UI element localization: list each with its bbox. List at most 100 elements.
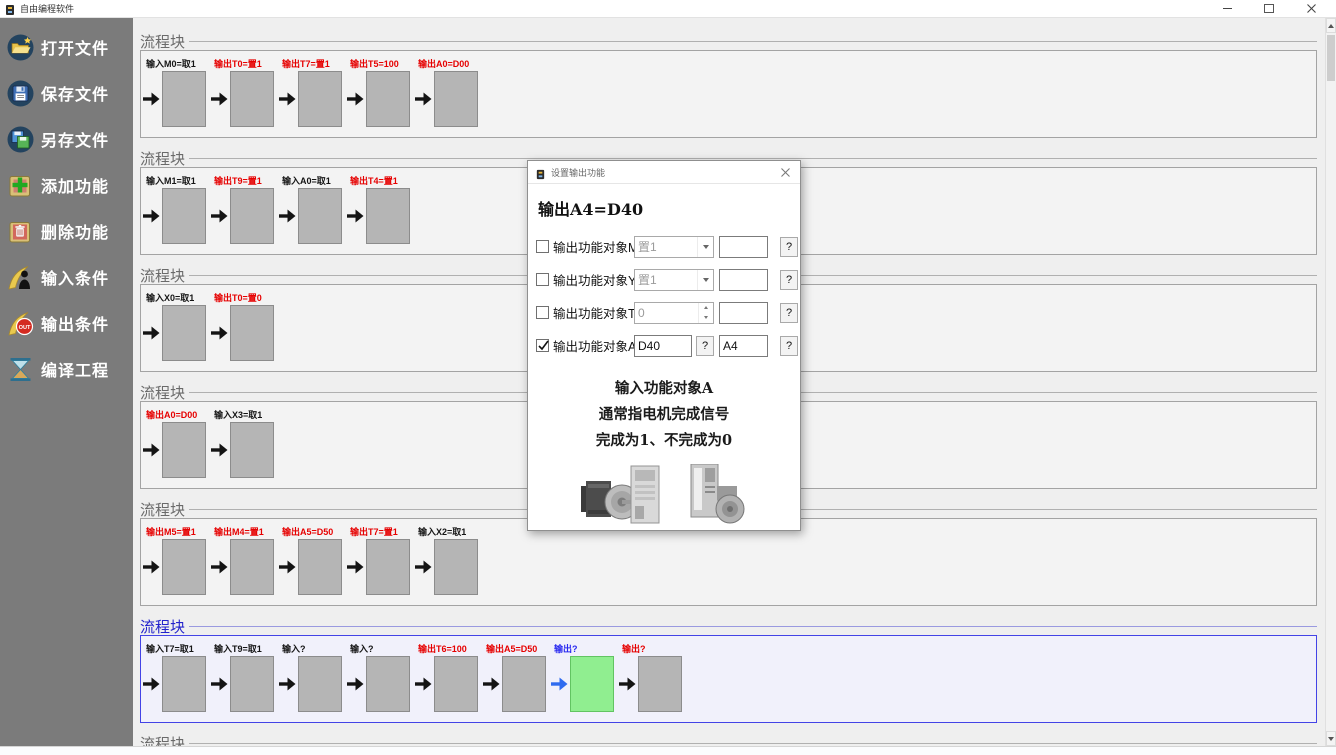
vertical-scrollbar[interactable] xyxy=(1325,18,1336,746)
flow-block[interactable] xyxy=(230,305,274,361)
flow-row-box[interactable]: 输入M0=取1输出T0=置1输出T7=置1输出T5=100输出A0=D00 xyxy=(140,50,1317,138)
flow-block-active[interactable] xyxy=(570,656,614,712)
a-help-button-2[interactable]: ? xyxy=(780,336,798,356)
y-value-select[interactable]: 置1 xyxy=(634,269,714,291)
flow-block[interactable] xyxy=(230,71,274,127)
close-button[interactable] xyxy=(1290,0,1332,17)
chevron-down-icon[interactable] xyxy=(697,270,713,290)
y-extra-input[interactable] xyxy=(719,269,768,291)
block-label: 输出T4=置1 xyxy=(350,174,415,186)
a-target-input[interactable] xyxy=(719,335,768,357)
flow-block[interactable] xyxy=(230,188,274,244)
flow-block[interactable] xyxy=(366,71,410,127)
help-line: 通常指电机完成信号 xyxy=(528,402,800,428)
dialog-close-button[interactable] xyxy=(777,164,793,180)
spinner-buttons[interactable] xyxy=(698,303,713,323)
flow-block[interactable] xyxy=(366,539,410,595)
checkbox-a[interactable] xyxy=(536,339,549,352)
sidebar-item-save-file[interactable]: 保存文件 xyxy=(0,70,133,116)
flow-block[interactable] xyxy=(230,422,274,478)
flow-block[interactable] xyxy=(162,422,206,478)
checkbox-m[interactable] xyxy=(536,240,549,253)
maximize-button[interactable] xyxy=(1248,0,1290,17)
row-rule xyxy=(189,626,1317,627)
open-file-icon xyxy=(7,34,34,61)
flow-unit: 输出A5=D50 xyxy=(279,525,347,605)
flow-block[interactable] xyxy=(298,188,342,244)
spin-down-icon[interactable] xyxy=(699,313,713,323)
scroll-down-button[interactable] xyxy=(1326,731,1336,746)
row-m-label: 输出功能对象M xyxy=(553,237,634,256)
flow-unit: 输出? xyxy=(551,642,619,722)
flow-unit: 输出M5=置1 xyxy=(143,525,211,605)
flow-block[interactable] xyxy=(638,656,682,712)
flow-unit: 输出T0=置0 xyxy=(211,291,279,371)
flow-arrow-icon xyxy=(211,443,228,457)
flow-row-box[interactable]: 输出M5=置1输出M4=置1输出A5=D50输出T7=置1输入X2=取1 xyxy=(140,518,1317,606)
block-label: 输出A5=D50 xyxy=(282,525,347,537)
flow-block[interactable] xyxy=(162,305,206,361)
flow-block[interactable] xyxy=(366,188,410,244)
dialog-app-icon xyxy=(535,167,546,178)
flow-block[interactable] xyxy=(434,71,478,127)
sidebar-item-save-as-file[interactable]: 另存文件 xyxy=(0,116,133,162)
scroll-up-button[interactable] xyxy=(1326,18,1336,33)
t-value-spinner[interactable]: 0 xyxy=(634,302,714,324)
flow-block[interactable] xyxy=(298,71,342,127)
window-titlebar[interactable]: 自由编程软件 xyxy=(0,0,1336,18)
flow-arrow-icon xyxy=(551,677,568,691)
flow-arrow-icon xyxy=(347,92,364,106)
flow-block[interactable] xyxy=(230,656,274,712)
chevron-down-icon[interactable] xyxy=(697,237,713,257)
m-value-select[interactable]: 置1 xyxy=(634,236,714,258)
sidebar-item-open-file[interactable]: 打开文件 xyxy=(0,24,133,70)
flow-block[interactable] xyxy=(298,539,342,595)
sidebar-item-input-condition[interactable]: 输入条件 xyxy=(0,254,133,300)
flow-unit: 输出T5=100 xyxy=(347,57,415,137)
flow-row-header: 流程块 xyxy=(140,617,1317,635)
scrollbar-thumb[interactable] xyxy=(1327,35,1335,81)
flow-block[interactable] xyxy=(162,656,206,712)
t-help-button[interactable]: ? xyxy=(780,303,798,323)
a-help-button-1[interactable]: ? xyxy=(696,336,714,356)
sidebar-item-compile-project[interactable]: 编译工程 xyxy=(0,346,133,392)
sidebar-item-label: 输入条件 xyxy=(41,265,109,289)
flow-block[interactable] xyxy=(434,656,478,712)
flow-arrow-icon xyxy=(143,443,160,457)
flow-block[interactable] xyxy=(366,656,410,712)
row-a-label: 输出功能对象A xyxy=(553,336,634,355)
m-help-button[interactable]: ? xyxy=(780,237,798,257)
m-extra-input[interactable] xyxy=(719,236,768,258)
flow-block[interactable] xyxy=(298,656,342,712)
help-line: 完成为1、不完成为0 xyxy=(528,428,800,454)
dialog-titlebar[interactable]: 设置输出功能 xyxy=(528,161,800,184)
y-help-button[interactable]: ? xyxy=(780,270,798,290)
flow-block[interactable] xyxy=(230,539,274,595)
sidebar-item-output-condition[interactable]: OUT输出条件 xyxy=(0,300,133,346)
flow-unit: 输出A5=D50 xyxy=(483,642,551,722)
flow-row-box[interactable]: 输入T7=取1输入T9=取1输入?输入?输出T6=100输出A5=D50输出?输… xyxy=(140,635,1317,723)
compile-project-icon xyxy=(7,356,34,383)
dialog-help-text: 输入功能对象A 通常指电机完成信号 完成为1、不完成为0 xyxy=(528,376,800,454)
flow-block[interactable] xyxy=(502,656,546,712)
a-value-input[interactable] xyxy=(634,335,692,357)
checkbox-t[interactable] xyxy=(536,306,549,319)
flow-block[interactable] xyxy=(434,539,478,595)
sidebar-item-delete-function[interactable]: 删除功能 xyxy=(0,208,133,254)
flow-block[interactable] xyxy=(162,188,206,244)
flow-unit: 输出T9=置1 xyxy=(211,174,279,254)
sidebar-item-add-function[interactable]: 添加功能 xyxy=(0,162,133,208)
t-extra-input[interactable] xyxy=(719,302,768,324)
checkbox-y[interactable] xyxy=(536,273,549,286)
flow-arrow-icon xyxy=(347,677,364,691)
block-label: 输入X0=取1 xyxy=(146,291,211,303)
block-label: 输出T0=置0 xyxy=(214,291,279,303)
minimize-button[interactable] xyxy=(1206,0,1248,17)
block-label: 输入T7=取1 xyxy=(146,642,211,654)
block-label: 输出T5=100 xyxy=(350,57,415,69)
flow-arrow-icon xyxy=(279,560,296,574)
flow-row-selected: 流程块输入T7=取1输入T9=取1输入?输入?输出T6=100输出A5=D50输… xyxy=(140,617,1317,723)
flow-block[interactable] xyxy=(162,539,206,595)
spin-up-icon[interactable] xyxy=(699,303,713,313)
flow-block[interactable] xyxy=(162,71,206,127)
